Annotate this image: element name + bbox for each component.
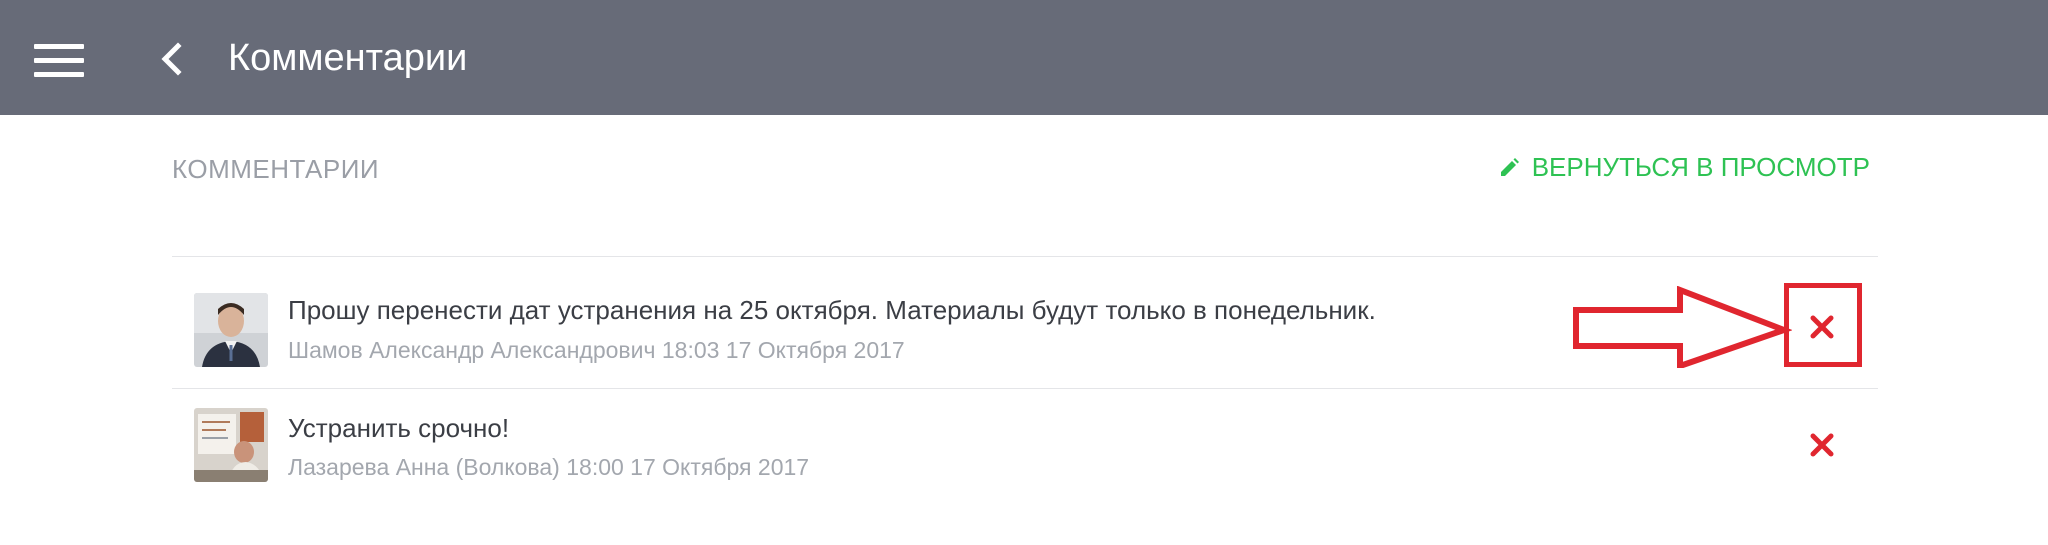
hamburger-menu-icon[interactable] [34, 44, 84, 78]
return-to-view-label: ВЕРНУТЬСЯ В ПРОСМОТР [1531, 152, 1870, 182]
page-title: Комментарии [228, 37, 468, 79]
comment-item: Устранить срочно! Лазарева Анна (Волкова… [172, 389, 1878, 505]
comment-meta: Шамов Александр Александрович 18:03 17 О… [288, 337, 905, 363]
comment-text: Устранить срочно! [288, 413, 510, 443]
delete-comment-icon[interactable] [1802, 425, 1842, 465]
comment-text: Прошу перенести дат устранения на 25 окт… [288, 295, 1376, 325]
return-to-view-button[interactable]: ВЕРНУТЬСЯ В ПРОСМОТР [1498, 152, 1870, 183]
pencil-icon [1500, 157, 1519, 176]
annotation-arrow-icon [1573, 286, 1792, 368]
annotation-highlight-box [1784, 283, 1862, 367]
avatar [194, 408, 268, 482]
avatar [194, 293, 268, 367]
app-header: Комментарии [0, 0, 2048, 115]
chevron-left-icon[interactable] [156, 42, 186, 76]
section-label: КОММЕНТАРИИ [172, 154, 380, 184]
comment-meta: Лазарева Анна (Волкова) 18:00 17 Октября… [288, 454, 810, 480]
